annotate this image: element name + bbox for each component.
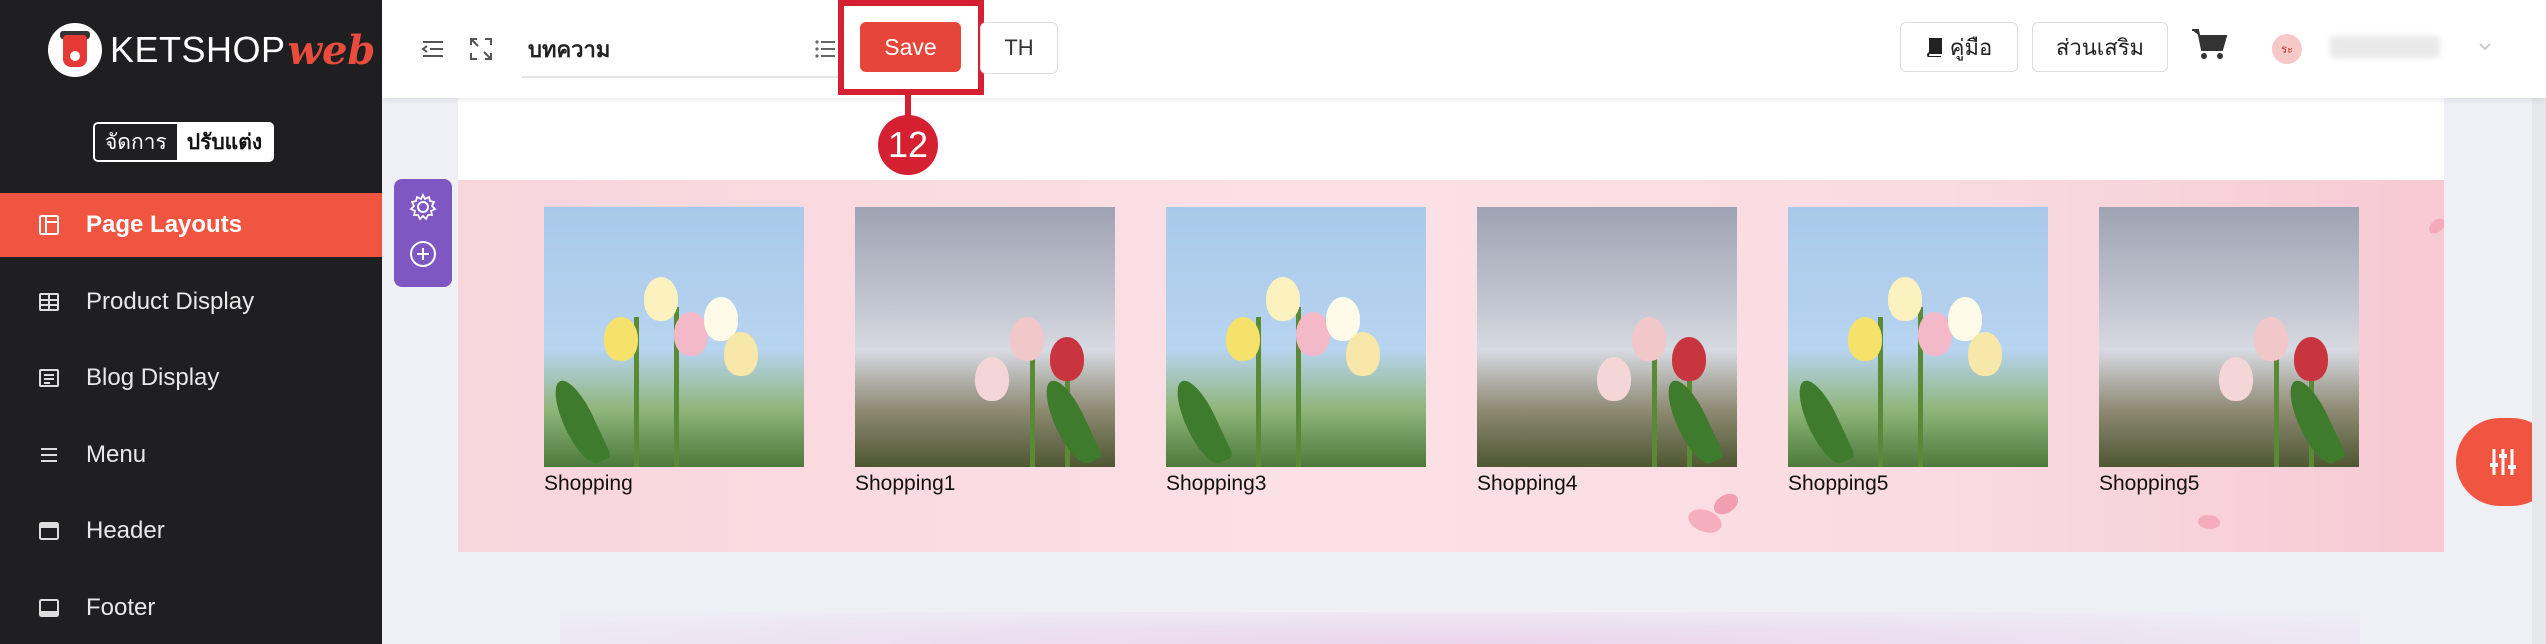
gear-icon[interactable] xyxy=(408,192,438,227)
mode-manage-button[interactable]: จัดการ xyxy=(95,124,177,160)
gallery-item[interactable]: Shopping5 xyxy=(1788,207,2048,496)
gallery-item[interactable]: Shopping1 xyxy=(855,207,1115,496)
logo-accent-text: web xyxy=(287,26,376,74)
sidebar: KETSHOP web จัดการ ปรับแต่ง Page Layouts… xyxy=(0,0,382,644)
gallery-caption: Shopping5 xyxy=(1788,472,1889,495)
gallery-item[interactable]: Shopping4 xyxy=(1477,207,1737,496)
gallery-caption: Shopping4 xyxy=(1477,472,1578,495)
gallery-image xyxy=(1788,207,2048,467)
add-section-icon[interactable] xyxy=(408,239,438,274)
sidebar-item-blog-display[interactable]: Blog Display xyxy=(0,346,382,410)
ketshop-logo[interactable]: KETSHOP web xyxy=(48,20,375,80)
sidebar-item-header[interactable]: Header xyxy=(0,499,382,563)
gallery-image xyxy=(2099,207,2359,467)
content-panel xyxy=(458,98,2444,180)
layout-icon xyxy=(36,214,62,236)
sidebar-item-label: Blog Display xyxy=(86,364,220,391)
vertical-scrollbar[interactable] xyxy=(2532,98,2546,644)
gallery-caption: Shopping3 xyxy=(1166,472,1267,495)
gallery-item[interactable]: Shopping3 xyxy=(1166,207,1426,496)
logo-cup-icon xyxy=(48,23,102,77)
gallery-caption: Shopping xyxy=(544,472,633,495)
gallery-item[interactable]: Shopping5 xyxy=(2099,207,2359,496)
sidebar-item-page-layouts[interactable]: Page Layouts xyxy=(0,193,382,257)
book-icon xyxy=(1926,38,1942,57)
collapse-sidebar-icon[interactable] xyxy=(418,34,448,64)
sliders-icon xyxy=(2490,449,2516,475)
gallery-image xyxy=(544,207,804,467)
sidebar-item-label: Product Display xyxy=(86,287,255,315)
sidebar-nav: Page Layouts Product Display Blog Displa… xyxy=(0,193,382,644)
guide-button[interactable]: คู่มือ xyxy=(1900,22,2018,72)
sidebar-item-menu[interactable]: Menu xyxy=(0,423,382,487)
sidebar-item-label: Footer xyxy=(86,593,156,621)
gallery-item[interactable]: Shopping xyxy=(544,207,804,496)
chevron-down-icon[interactable] xyxy=(2478,40,2492,54)
logo-text: KETSHOP xyxy=(110,29,286,70)
gallery-caption: Shopping5 xyxy=(2099,472,2200,495)
guide-label: คู่มือ xyxy=(1949,34,1993,60)
addons-button[interactable]: ส่วนเสริม xyxy=(2032,22,2168,72)
user-name-blurred[interactable] xyxy=(2330,36,2440,58)
hamburger-icon xyxy=(36,444,62,466)
gallery-image xyxy=(1477,207,1737,467)
grid-icon xyxy=(36,291,62,313)
sidebar-item-label: Menu xyxy=(86,440,147,468)
avatar[interactable]: ระ xyxy=(2272,34,2302,64)
gallery-caption: Shopping1 xyxy=(855,472,956,495)
mode-design-button[interactable]: ปรับแต่ง xyxy=(176,124,273,160)
page-title-input[interactable] xyxy=(522,22,842,78)
window-footer-icon xyxy=(36,597,62,619)
gallery-image xyxy=(855,207,1115,467)
fullscreen-icon[interactable] xyxy=(466,34,496,64)
section-tools xyxy=(394,179,452,287)
cart-icon[interactable] xyxy=(2190,26,2230,62)
sidebar-item-product-display[interactable]: Product Display xyxy=(0,270,382,334)
mode-toggle: จัดการ ปรับแต่ง xyxy=(93,122,275,162)
sidebar-item-label: Header xyxy=(86,517,165,544)
sidebar-item-footer[interactable]: Footer xyxy=(0,576,382,640)
window-header-icon xyxy=(36,520,62,542)
sidebar-item-label: Page Layouts xyxy=(86,211,243,238)
save-button[interactable]: Save xyxy=(860,22,961,72)
language-button[interactable]: TH xyxy=(980,22,1058,74)
list-card-icon xyxy=(36,367,62,389)
background-glow xyxy=(560,612,2360,644)
gallery-image xyxy=(1166,207,1426,467)
step-callout-badge: 12 xyxy=(878,115,938,175)
list-icon[interactable] xyxy=(810,34,840,64)
